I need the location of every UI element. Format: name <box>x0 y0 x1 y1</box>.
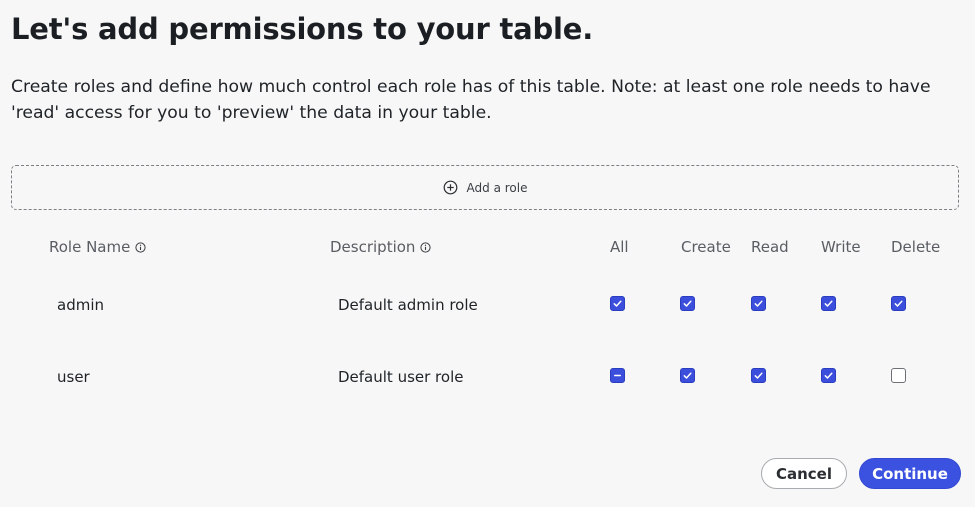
plus-circle-icon <box>443 180 458 195</box>
info-icon[interactable] <box>135 241 146 253</box>
header-description: Description <box>330 238 432 256</box>
add-role-button[interactable]: Add a role <box>11 165 959 210</box>
header-write: Write <box>821 238 861 256</box>
header-delete: Delete <box>891 238 941 256</box>
page-title: Let's add permissions to your table. <box>11 12 594 46</box>
header-all: All <box>610 238 629 256</box>
header-create: Create <box>681 238 731 256</box>
checkbox-admin-read[interactable] <box>751 296 766 311</box>
checkbox-user-delete[interactable] <box>891 368 906 383</box>
checkbox-admin-delete[interactable] <box>891 296 906 311</box>
add-role-label: Add a role <box>466 180 528 195</box>
row-user-description: Default user role <box>338 368 464 386</box>
checkbox-user-all[interactable] <box>610 368 625 383</box>
checkbox-admin-create[interactable] <box>680 296 695 311</box>
continue-button-label: Continue <box>872 464 948 483</box>
cancel-button-label: Cancel <box>775 464 832 483</box>
checkbox-admin-all[interactable] <box>610 296 625 311</box>
cancel-button[interactable]: Cancel <box>761 458 847 489</box>
checkbox-user-read[interactable] <box>751 368 766 383</box>
row-admin-role-name: admin <box>57 296 104 314</box>
header-description-label: Description <box>330 238 416 256</box>
page-description: Create roles and define how much control… <box>11 77 931 123</box>
header-role-name: Role Name <box>49 238 146 256</box>
row-admin-description: Default admin role <box>338 296 478 314</box>
continue-button[interactable]: Continue <box>859 458 961 489</box>
header-role-name-label: Role Name <box>49 238 131 256</box>
checkbox-user-write[interactable] <box>821 368 836 383</box>
checkbox-user-create[interactable] <box>680 368 695 383</box>
info-icon[interactable] <box>420 241 432 253</box>
header-read: Read <box>751 238 789 256</box>
checkbox-admin-write[interactable] <box>821 296 836 311</box>
row-user-role-name: user <box>57 368 90 386</box>
